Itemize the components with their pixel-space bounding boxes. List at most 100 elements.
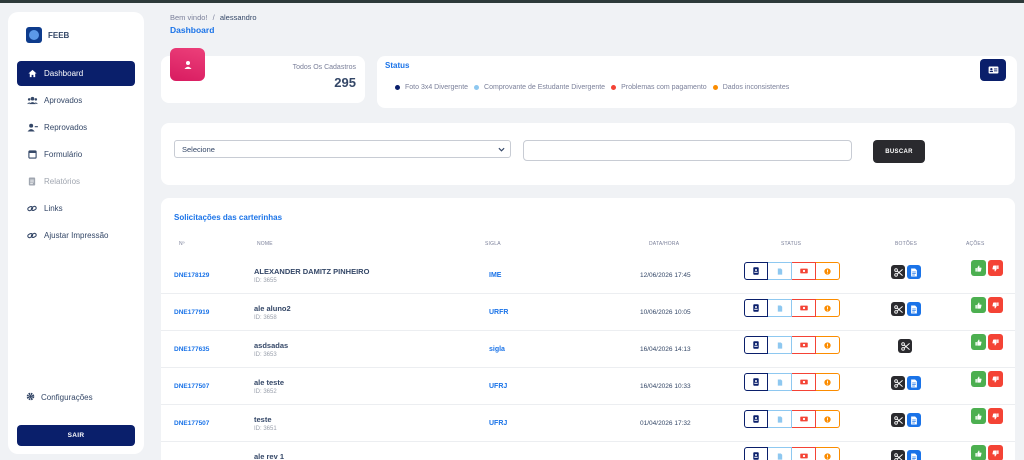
warning-icon xyxy=(824,341,831,349)
logout-button[interactable]: SAIR xyxy=(17,425,135,446)
thumbs-down-icon xyxy=(992,338,999,345)
status-proof-button[interactable] xyxy=(768,410,792,428)
reject-button[interactable] xyxy=(988,334,1003,350)
status-photo-button[interactable] xyxy=(744,262,768,280)
scissors-icon xyxy=(893,267,903,277)
sidebar-item-links[interactable]: Links xyxy=(17,196,135,221)
sidebar-item-label: Links xyxy=(44,204,63,213)
row-action-buttons xyxy=(971,371,1003,387)
legend-label: Dados inconsistentes xyxy=(722,84,790,91)
request-datetime: 16/04/2026 14:13 xyxy=(640,346,691,353)
reject-button[interactable] xyxy=(988,371,1003,387)
status-photo-button[interactable] xyxy=(744,373,768,391)
breadcrumb-user: alessandro xyxy=(219,13,257,22)
link-icon xyxy=(26,204,38,213)
th-status: STATUS xyxy=(781,241,802,247)
request-number-link[interactable]: DNE177919 xyxy=(174,309,209,316)
search-button[interactable]: BUSCAR xyxy=(873,140,925,163)
view-file-button[interactable] xyxy=(907,265,921,279)
th-num: Nº xyxy=(179,241,185,247)
student-name: ale teste xyxy=(254,378,285,387)
link-icon xyxy=(26,231,38,240)
sidebar-item-configuracoes[interactable]: Configurações xyxy=(26,392,93,403)
status-photo-button[interactable] xyxy=(744,299,768,317)
reject-button[interactable] xyxy=(988,408,1003,424)
status-payment-button[interactable] xyxy=(792,262,816,280)
status-proof-button[interactable] xyxy=(768,299,792,317)
legend-item: Foto 3x4 Divergente xyxy=(395,84,468,91)
users-icon xyxy=(26,96,38,105)
request-number-link[interactable]: DNE177635 xyxy=(174,346,209,353)
reject-button[interactable] xyxy=(988,297,1003,313)
sidebar-item-label: Ajustar Impressão xyxy=(44,231,109,240)
status-proof-button[interactable] xyxy=(768,447,792,460)
approve-button[interactable] xyxy=(971,260,986,276)
status-photo-button[interactable] xyxy=(744,336,768,354)
view-file-button[interactable] xyxy=(907,376,921,390)
thumbs-down-icon xyxy=(992,264,999,271)
crop-button[interactable] xyxy=(891,302,905,316)
crop-button[interactable] xyxy=(891,265,905,279)
status-payment-button[interactable] xyxy=(792,373,816,391)
status-payment-button[interactable] xyxy=(792,447,816,460)
status-buttons xyxy=(744,336,840,354)
approve-button[interactable] xyxy=(971,445,986,460)
breadcrumb-separator: / xyxy=(212,13,215,22)
breadcrumb-welcome: Bem vindo! xyxy=(170,13,208,22)
document-icon xyxy=(777,267,782,275)
approve-button[interactable] xyxy=(971,297,986,313)
reject-button[interactable] xyxy=(988,260,1003,276)
search-input[interactable] xyxy=(523,140,852,161)
sidebar-item-formulario[interactable]: Formulário xyxy=(17,142,135,167)
status-data-button[interactable] xyxy=(816,262,840,280)
status-data-button[interactable] xyxy=(816,410,840,428)
approve-button[interactable] xyxy=(971,371,986,387)
crop-button[interactable] xyxy=(898,339,912,353)
sidebar-item-dashboard[interactable]: Dashboard xyxy=(17,61,135,86)
student-id: ID: 3655 xyxy=(254,278,277,284)
status-photo-button[interactable] xyxy=(744,447,768,460)
crop-button[interactable] xyxy=(891,450,905,460)
sidebar-item-label: Aprovados xyxy=(44,96,83,105)
view-file-button[interactable] xyxy=(907,413,921,427)
status-data-button[interactable] xyxy=(816,447,840,460)
status-proof-button[interactable] xyxy=(768,336,792,354)
status-data-button[interactable] xyxy=(816,373,840,391)
sidebar-item-reprovados[interactable]: Reprovados xyxy=(17,115,135,140)
form-icon xyxy=(26,150,38,159)
status-card: Status Foto 3x4 Divergente Comprovante d… xyxy=(377,56,1017,108)
page-title: Dashboard xyxy=(170,25,215,35)
row-tool-buttons xyxy=(891,450,923,460)
sidebar-menu: Dashboard Aprovados Reprovados Formulári… xyxy=(17,61,135,250)
request-number-link[interactable]: DNE177507 xyxy=(174,383,209,390)
status-proof-button[interactable] xyxy=(768,262,792,280)
request-number-link[interactable]: DNE178129 xyxy=(174,272,209,279)
status-proof-button[interactable] xyxy=(768,373,792,391)
crop-button[interactable] xyxy=(891,376,905,390)
student-id: ID: 3652 xyxy=(254,389,277,395)
status-payment-button[interactable] xyxy=(792,410,816,428)
status-legend: Foto 3x4 Divergente Comprovante de Estud… xyxy=(395,84,795,91)
approve-button[interactable] xyxy=(971,334,986,350)
student-name: asdsadas xyxy=(254,341,289,350)
brand[interactable]: FEEB xyxy=(26,26,69,44)
status-payment-button[interactable] xyxy=(792,299,816,317)
filter-card: Selecione BUSCAR xyxy=(161,123,1015,185)
status-photo-button[interactable] xyxy=(744,410,768,428)
sidebar-item-aprovados[interactable]: Aprovados xyxy=(17,88,135,113)
id-card-icon xyxy=(753,415,759,423)
sidebar: FEEB Dashboard Aprovados Reprovados Form… xyxy=(8,12,144,454)
reject-button[interactable] xyxy=(988,445,1003,460)
view-file-button[interactable] xyxy=(907,450,921,460)
view-file-button[interactable] xyxy=(907,302,921,316)
status-payment-button[interactable] xyxy=(792,336,816,354)
status-data-button[interactable] xyxy=(816,299,840,317)
status-data-button[interactable] xyxy=(816,336,840,354)
filter-select[interactable]: Selecione xyxy=(174,140,511,158)
crop-button[interactable] xyxy=(891,413,905,427)
id-card-button[interactable] xyxy=(980,59,1006,81)
sidebar-item-relatorios[interactable]: Relatórios xyxy=(17,169,135,194)
sidebar-item-ajustar-impressao[interactable]: Ajustar Impressão xyxy=(17,223,135,248)
approve-button[interactable] xyxy=(971,408,986,424)
request-number-link[interactable]: DNE177507 xyxy=(174,420,209,427)
